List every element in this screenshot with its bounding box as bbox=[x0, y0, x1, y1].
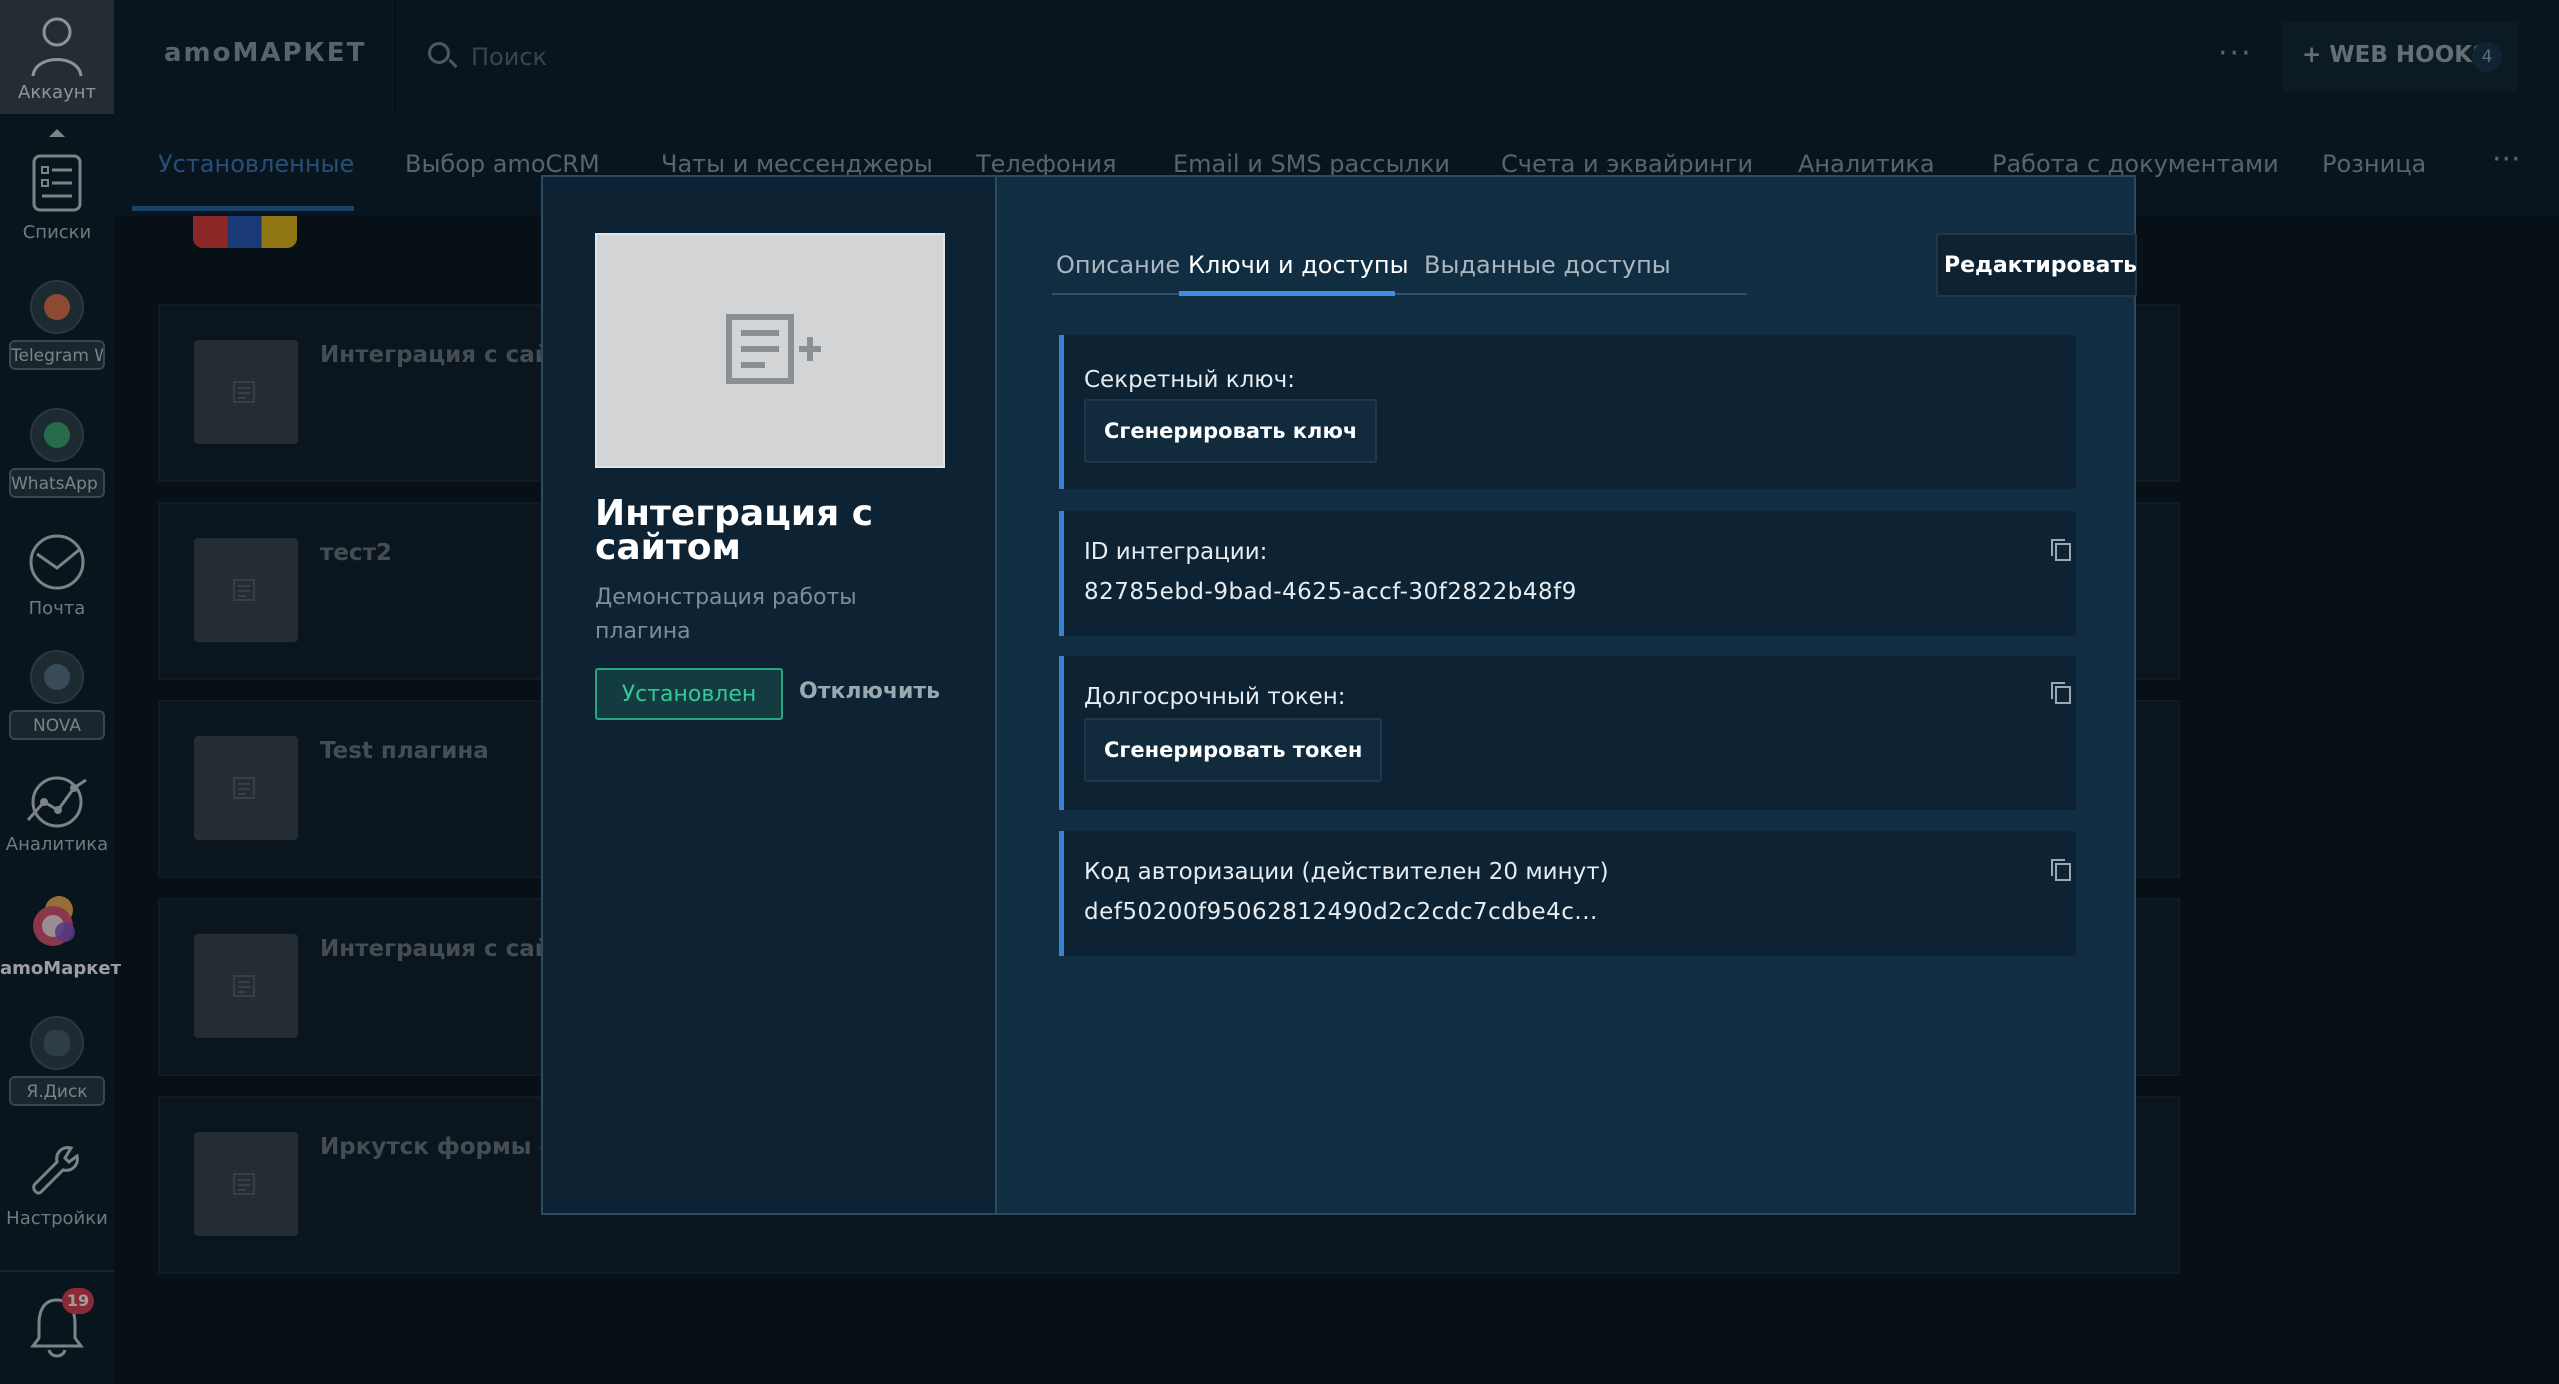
modal-info-panel: Интеграция с сайтом Демонстрация работы … bbox=[541, 175, 997, 1215]
tab-granted-access[interactable]: Выданные доступы bbox=[1424, 251, 1671, 279]
tab-description[interactable]: Описание bbox=[1056, 251, 1180, 279]
integration-id-label: ID интеграции: bbox=[1084, 539, 1268, 565]
plugin-title: Интеграция с сайтом bbox=[595, 493, 874, 568]
active-tab-indicator bbox=[1179, 291, 1395, 296]
copy-icon[interactable] bbox=[2049, 537, 2073, 563]
modal-details-panel: Описание Ключи и доступы Выданные доступ… bbox=[997, 175, 2137, 1215]
copy-icon[interactable] bbox=[2049, 680, 2073, 706]
edit-button[interactable]: Редактировать bbox=[1936, 233, 2137, 297]
plugin-preview-image bbox=[595, 233, 945, 468]
document-plus-icon bbox=[726, 314, 821, 384]
auth-code-label: Код авторизации (действителен 20 минут) bbox=[1084, 859, 1609, 885]
plugin-modal: Интеграция с сайтом Демонстрация работы … bbox=[541, 175, 2137, 1215]
copy-icon[interactable] bbox=[2049, 857, 2073, 883]
secret-key-label: Секретный ключ: bbox=[1084, 367, 1295, 393]
plugin-description: Демонстрация работы плагина bbox=[595, 585, 857, 644]
auth-code-value[interactable]: def50200f95062812490d2c2cdc7cdbe4c... bbox=[1084, 899, 1598, 925]
long-token-field: Долгосрочный токен: Сгенерировать токен bbox=[1059, 656, 2076, 810]
auth-code-field: Код авторизации (действителен 20 минут) … bbox=[1059, 831, 2076, 956]
integration-id-field: ID интеграции: 82785ebd-9bad-4625-accf-3… bbox=[1059, 511, 2076, 636]
secret-key-field: Секретный ключ: Сгенерировать ключ bbox=[1059, 335, 2076, 489]
generate-key-button[interactable]: Сгенерировать ключ bbox=[1084, 399, 1378, 463]
integration-id-value[interactable]: 82785ebd-9bad-4625-accf-30f2822b48f9 bbox=[1084, 579, 1577, 605]
long-token-label: Долгосрочный токен: bbox=[1084, 684, 1346, 710]
disable-button[interactable]: Отключить bbox=[799, 679, 940, 704]
generate-token-button[interactable]: Сгенерировать токен bbox=[1084, 718, 1383, 782]
installed-button[interactable]: Установлен bbox=[595, 668, 783, 720]
tabs-divider bbox=[1052, 293, 1747, 295]
tab-keys-access[interactable]: Ключи и доступы bbox=[1188, 251, 1409, 279]
